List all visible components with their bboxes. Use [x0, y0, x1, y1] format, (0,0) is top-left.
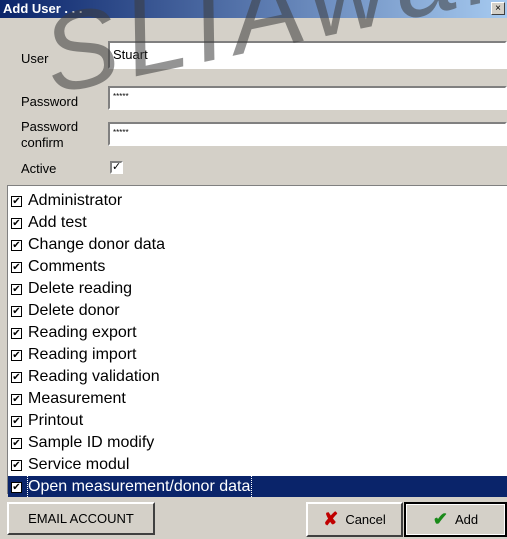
permission-label: Reading validation — [28, 368, 160, 385]
permission-checkbox[interactable]: ✔ — [11, 305, 22, 317]
permission-label: Add test — [28, 214, 87, 231]
active-label: Active — [21, 161, 57, 176]
add-label: Add — [454, 512, 479, 527]
permission-checkbox[interactable]: ✔ — [11, 327, 22, 339]
permission-checkbox[interactable]: ✔ — [11, 481, 22, 493]
close-button[interactable]: × — [491, 2, 505, 15]
user-form: User Stuart Password ***** Password conf… — [0, 18, 507, 184]
permission-item[interactable]: ✔ Printout — [8, 410, 507, 432]
cancel-label: Cancel — [345, 512, 386, 527]
permission-item[interactable]: ✔ Delete donor — [8, 300, 507, 322]
close-icon: × — [495, 3, 501, 14]
title-bar: Add User . . . × — [0, 0, 507, 18]
active-checkbox[interactable]: ✓ — [110, 161, 123, 174]
permission-item[interactable]: ✔ Administrator — [8, 190, 507, 212]
permission-label: Delete donor — [28, 302, 120, 319]
email-account-label: EMAIL ACCOUNT — [28, 511, 134, 526]
x-icon: ✘ — [323, 509, 339, 529]
permission-checkbox[interactable]: ✔ — [11, 349, 22, 361]
password-confirm-label-line1: Password — [21, 119, 79, 134]
checkmark-icon: ✔ — [432, 509, 448, 529]
permission-checkbox[interactable]: ✔ — [11, 283, 22, 295]
permission-checkbox[interactable]: ✔ — [11, 415, 22, 427]
permission-item[interactable]: ✔ Comments — [8, 256, 507, 278]
checkmark-icon: ✓ — [112, 161, 122, 173]
permission-label: Change donor data — [28, 236, 165, 253]
permission-item[interactable]: ✔ Add test — [8, 212, 507, 234]
permission-item[interactable]: ✔ Reading export — [8, 322, 507, 344]
window-title: Add User . . . — [3, 1, 83, 16]
user-field[interactable]: Stuart — [108, 41, 507, 69]
permission-label: Service modul — [28, 456, 130, 473]
password-field[interactable]: ***** — [108, 86, 507, 110]
permission-checkbox[interactable]: ✔ — [11, 239, 22, 251]
permission-label: Measurement — [28, 390, 126, 407]
permissions-list: ✔ Administrator ✔ Add test ✔ Change donor dat… — [7, 185, 507, 499]
permission-label: Reading import — [28, 346, 137, 363]
permission-label: Sample ID modify — [28, 434, 155, 451]
password-confirm-field[interactable]: ***** — [108, 122, 507, 146]
permission-checkbox[interactable]: ✔ — [11, 371, 22, 383]
permission-checkbox[interactable]: ✔ — [11, 261, 22, 273]
permission-label: Delete reading — [28, 280, 133, 297]
permission-label: Comments — [28, 258, 106, 275]
permission-label: Open measurement/donor data — [26, 475, 253, 499]
permission-checkbox[interactable]: ✔ — [11, 217, 22, 229]
permission-item[interactable]: ✔ Reading validation — [8, 366, 507, 388]
permission-checkbox[interactable]: ✔ — [11, 437, 22, 449]
password-label: Password — [21, 94, 79, 109]
permission-item[interactable]: ✔ Delete reading — [8, 278, 507, 300]
permission-label: Administrator — [28, 192, 123, 209]
permission-item[interactable]: ✔ Measurement — [8, 388, 507, 410]
permission-label: Printout — [28, 412, 84, 429]
button-bar: EMAIL ACCOUNT ✘ Cancel ✔ Add — [0, 497, 507, 539]
permission-item[interactable]: ✔ Sample ID modify — [8, 432, 507, 454]
permission-checkbox[interactable]: ✔ — [11, 393, 22, 405]
permission-checkbox[interactable]: ✔ — [11, 459, 22, 471]
permission-item[interactable]: ✔ Open measurement/donor data — [8, 475, 507, 499]
add-button[interactable]: ✔ Add — [404, 502, 507, 537]
email-account-button[interactable]: EMAIL ACCOUNT — [7, 502, 155, 535]
permission-label: Reading export — [28, 324, 137, 341]
permission-checkbox[interactable]: ✔ — [11, 195, 22, 207]
password-confirm-label-line2: confirm — [21, 135, 64, 150]
permission-item[interactable]: ✔ Change donor data — [8, 234, 507, 256]
cancel-button[interactable]: ✘ Cancel — [306, 502, 403, 537]
permission-item[interactable]: ✔ Reading import — [8, 344, 507, 366]
user-label: User — [21, 51, 49, 66]
permission-item[interactable]: ✔ Service modul — [8, 454, 507, 476]
